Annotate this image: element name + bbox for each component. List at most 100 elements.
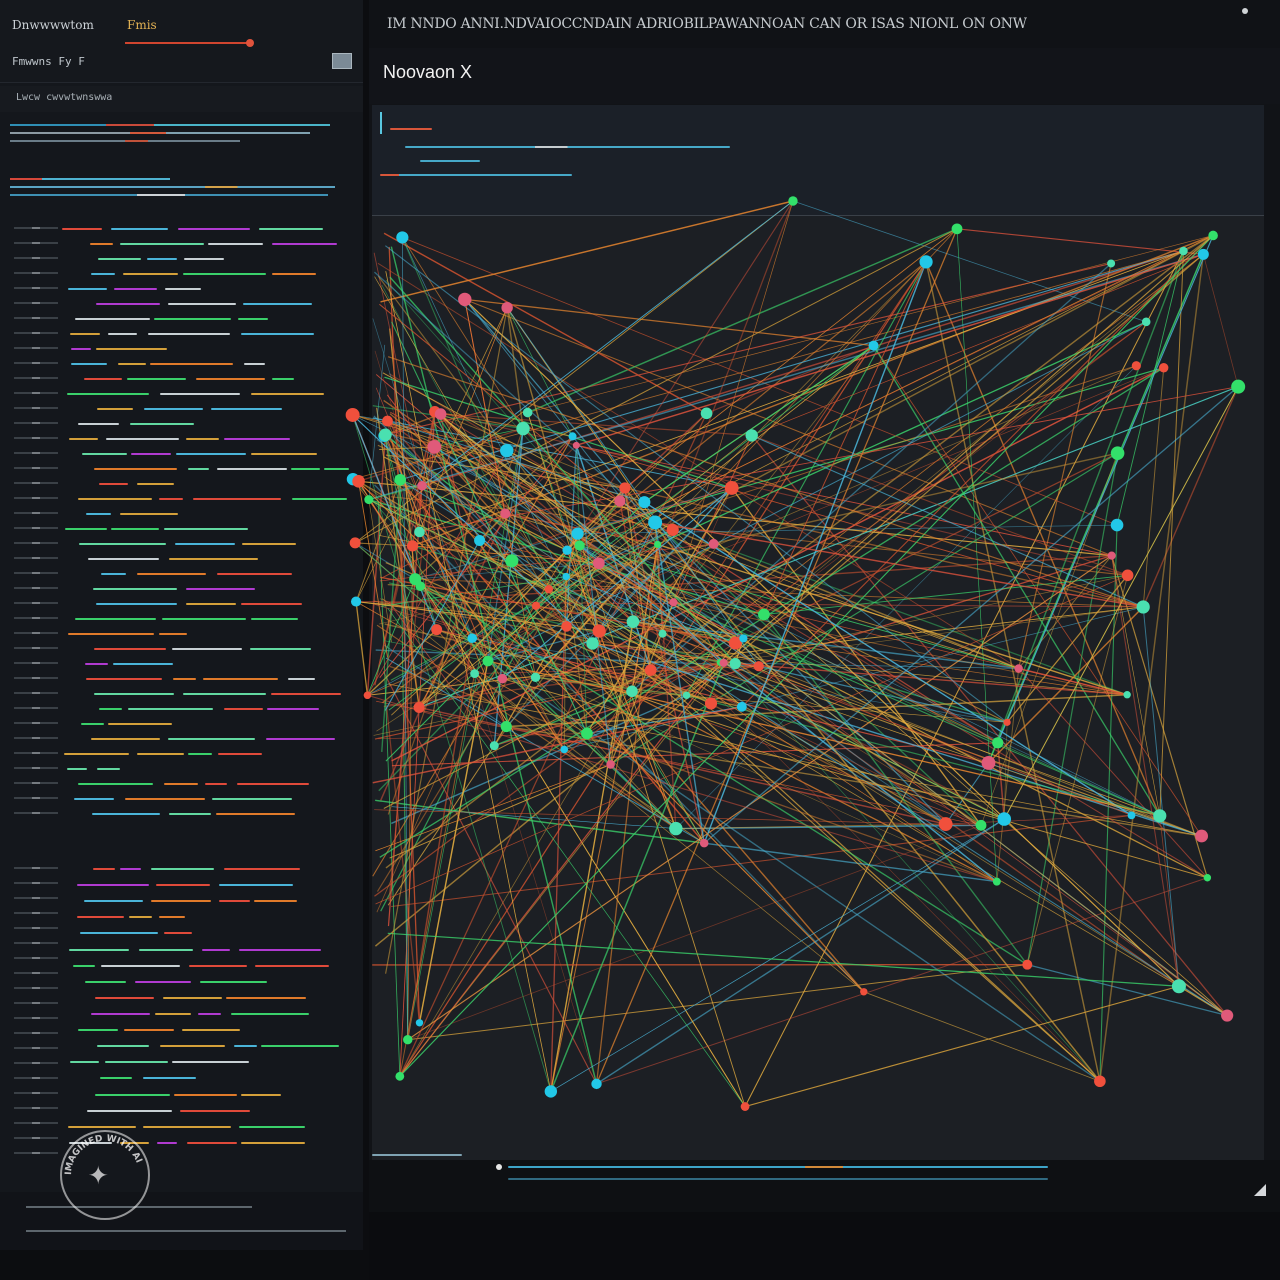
graph-node[interactable] <box>1171 979 1186 994</box>
graph-node[interactable] <box>700 407 713 420</box>
graph-node[interactable] <box>740 1102 750 1111</box>
graph-node[interactable] <box>352 475 365 488</box>
graph-node[interactable] <box>505 554 519 568</box>
graph-node[interactable] <box>1107 259 1116 268</box>
graph-node[interactable] <box>682 691 691 700</box>
graph-node[interactable] <box>1153 809 1167 823</box>
graph-node[interactable] <box>788 196 798 206</box>
graph-node[interactable] <box>1136 600 1150 614</box>
graph-node[interactable] <box>997 812 1012 826</box>
graph-node[interactable] <box>753 661 764 672</box>
graph-node[interactable] <box>669 598 678 607</box>
graph-node[interactable] <box>951 223 963 235</box>
graph-node[interactable] <box>364 495 374 505</box>
graph-node[interactable] <box>1014 664 1023 673</box>
graph-node[interactable] <box>669 821 683 836</box>
graph-node[interactable] <box>531 601 541 611</box>
graph-node[interactable] <box>1094 1075 1106 1088</box>
graph-node[interactable] <box>626 615 640 628</box>
graph-node[interactable] <box>1203 874 1212 882</box>
graph-node[interactable] <box>1110 518 1124 532</box>
resize-grip-icon[interactable] <box>1254 1184 1266 1196</box>
graph-node[interactable] <box>1131 361 1141 371</box>
graph-node[interactable] <box>1208 230 1218 241</box>
graph-node[interactable] <box>592 557 605 570</box>
graph-node[interactable] <box>379 428 392 442</box>
graph-node[interactable] <box>562 545 572 555</box>
graph-node[interactable] <box>516 421 530 436</box>
graph-node[interactable] <box>500 508 511 519</box>
graph-node[interactable] <box>544 584 554 594</box>
graph-node[interactable] <box>382 415 393 427</box>
graph-node[interactable] <box>349 537 361 549</box>
graph-node[interactable] <box>708 538 719 549</box>
graph-node[interactable] <box>1179 246 1188 256</box>
graph-node[interactable] <box>560 745 569 754</box>
graph-node[interactable] <box>474 535 486 547</box>
graph-node[interactable] <box>489 741 499 751</box>
graph-node[interactable] <box>619 482 631 494</box>
graph-node[interactable] <box>736 701 747 712</box>
graph-node[interactable] <box>427 440 442 454</box>
graph-node[interactable] <box>654 540 662 549</box>
graph-node[interactable] <box>413 701 425 714</box>
graph-node[interactable] <box>415 1019 424 1027</box>
graph-node[interactable] <box>1123 691 1131 699</box>
graph-node[interactable] <box>638 496 651 509</box>
graph-node[interactable] <box>394 473 407 486</box>
graph-node[interactable] <box>403 1035 413 1045</box>
graph-node[interactable] <box>1195 829 1209 843</box>
graph-node[interactable] <box>470 669 479 678</box>
graph-node[interactable] <box>868 340 879 351</box>
graph-node[interactable] <box>1221 1009 1234 1022</box>
graph-node[interactable] <box>562 572 570 581</box>
graph-node[interactable] <box>614 495 626 507</box>
graph-node[interactable] <box>745 429 758 442</box>
graph-node[interactable] <box>644 664 657 676</box>
graph-node[interactable] <box>1121 569 1134 582</box>
graph-node[interactable] <box>458 292 472 307</box>
graph-node[interactable] <box>729 657 741 670</box>
graph-node[interactable] <box>568 432 577 441</box>
graph-node[interactable] <box>724 481 739 495</box>
graph-node[interactable] <box>1231 379 1246 394</box>
graph-node[interactable] <box>919 255 933 269</box>
graph-node[interactable] <box>739 634 748 643</box>
graph-node[interactable] <box>626 685 638 698</box>
graph-node[interactable] <box>938 817 953 831</box>
graph-node[interactable] <box>482 655 494 667</box>
graph-node[interactable] <box>500 720 512 733</box>
graph-node[interactable] <box>860 988 868 996</box>
graph-node[interactable] <box>586 637 599 650</box>
graph-node[interactable] <box>417 480 427 491</box>
graph-node[interactable] <box>591 1078 602 1090</box>
graph-node[interactable] <box>658 629 667 638</box>
graph-node[interactable] <box>606 760 615 769</box>
graph-node[interactable] <box>1022 959 1033 970</box>
graph-node[interactable] <box>501 301 513 314</box>
graph-node[interactable] <box>981 756 996 770</box>
graph-node[interactable] <box>1197 248 1209 260</box>
graph-node[interactable] <box>396 231 409 244</box>
graph-node[interactable] <box>345 407 360 422</box>
graph-node[interactable] <box>500 443 514 458</box>
graph-node[interactable] <box>431 624 443 636</box>
graph-node[interactable] <box>414 526 425 538</box>
graph-node[interactable] <box>704 697 718 710</box>
graph-node[interactable] <box>592 624 606 638</box>
graph-node[interactable] <box>434 408 447 420</box>
graph-node[interactable] <box>1127 811 1136 820</box>
graph-node[interactable] <box>992 877 1001 886</box>
graph-node[interactable] <box>992 737 1004 749</box>
graph-node[interactable] <box>571 527 584 540</box>
graph-node[interactable] <box>467 633 478 644</box>
graph-node[interactable] <box>415 581 426 591</box>
graph-node[interactable] <box>406 540 419 552</box>
graph-node[interactable] <box>1159 363 1169 373</box>
graph-node[interactable] <box>1107 551 1116 560</box>
graph-node[interactable] <box>648 515 663 530</box>
graph-node[interactable] <box>719 658 728 667</box>
graph-node[interactable] <box>699 838 709 848</box>
graph-node[interactable] <box>350 596 362 607</box>
graph-node[interactable] <box>522 407 533 418</box>
